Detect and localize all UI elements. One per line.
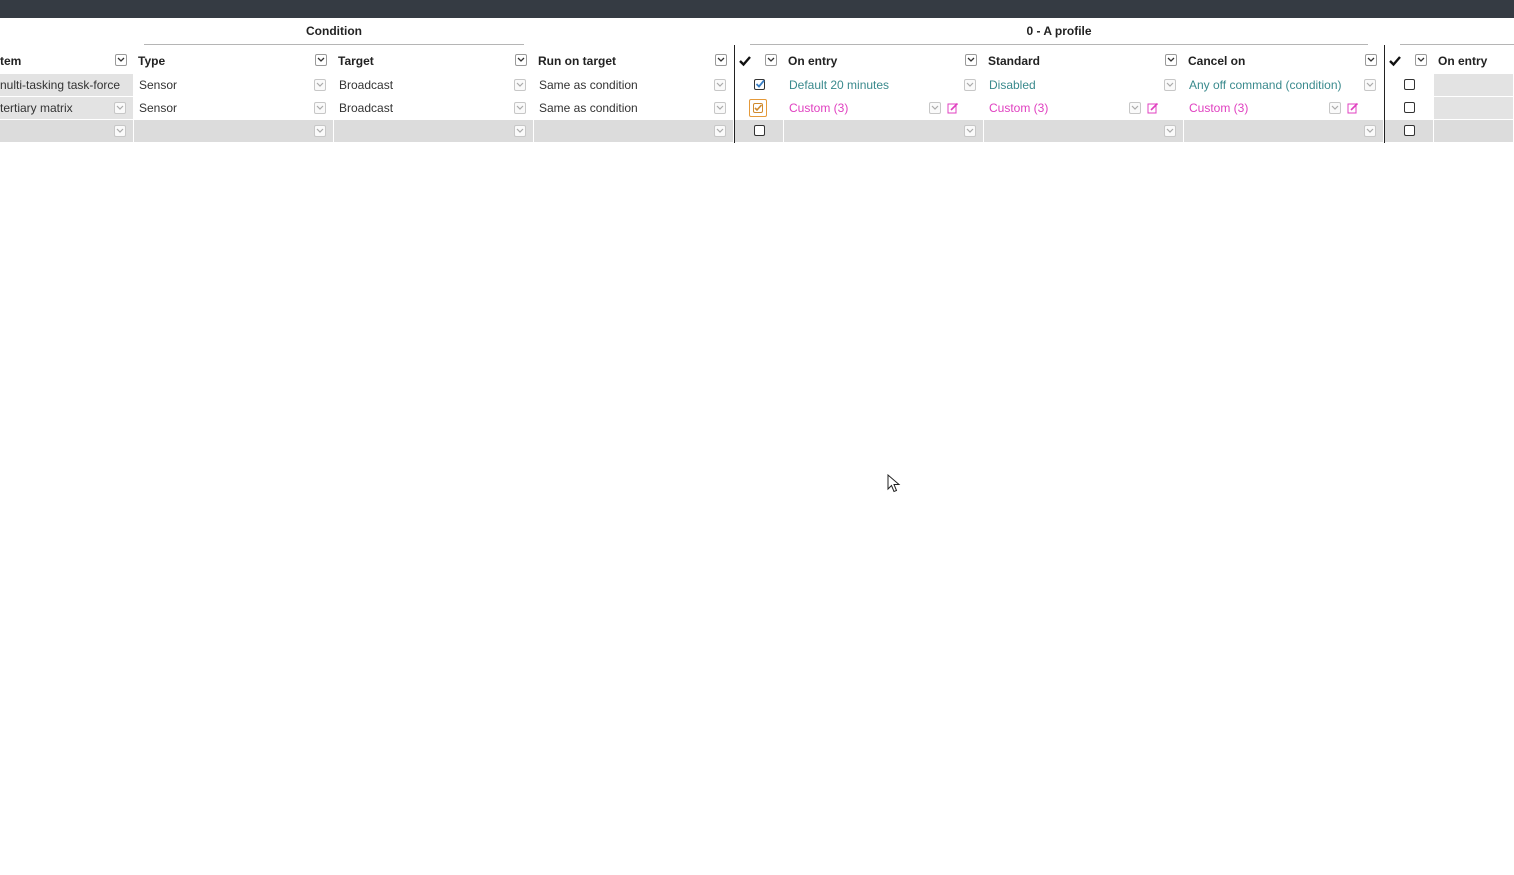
header-on-entry-2[interactable]: On entry (1438, 53, 1514, 69)
row-1-on-entry-2-cell[interactable] (1434, 74, 1514, 96)
row-2-enabled-cell (735, 97, 784, 119)
row-1-item: nulti-tasking task-force (0, 78, 121, 92)
row-1-enabled-checkbox[interactable] (754, 79, 765, 90)
row-1-enabled-2-cell (1385, 74, 1434, 96)
chevron-down-icon[interactable] (314, 79, 326, 91)
header-run-on-target[interactable]: Run on target (538, 53, 708, 69)
checkmark-icon[interactable] (738, 54, 752, 68)
row-2-item: tertiary matrix (0, 101, 73, 115)
header-item[interactable]: tem (0, 53, 110, 69)
new-row-enabled-checkbox[interactable] (754, 125, 765, 136)
edit-icon[interactable] (947, 102, 959, 114)
row-1-cancel-on-cell[interactable]: Any off command (condition) (1184, 74, 1384, 96)
row-1-on-entry: Default 20 minutes (789, 78, 890, 92)
row-1-enabled-cell (735, 74, 784, 96)
row-2-target-cell[interactable]: Broadcast (334, 97, 534, 119)
row-1-target-cell[interactable]: Broadcast (334, 74, 534, 96)
header-enabled-dropdown[interactable] (765, 54, 777, 66)
header-type-dropdown[interactable] (315, 54, 327, 66)
row-2-on-entry-cell[interactable]: Custom (3) (784, 97, 984, 119)
checkmark-icon[interactable] (1388, 54, 1402, 68)
row-2-target: Broadcast (339, 101, 394, 115)
row-1-enabled-2-checkbox[interactable] (1404, 79, 1415, 90)
edit-icon[interactable] (1347, 102, 1359, 114)
header-standard[interactable]: Standard (988, 53, 1158, 69)
cursor-icon (887, 474, 901, 493)
row-1-type-cell[interactable]: Sensor (134, 74, 334, 96)
row-1-target: Broadcast (339, 78, 394, 92)
row-1-type: Sensor (139, 78, 178, 92)
row-1-run-on-target: Same as condition (539, 78, 638, 92)
new-row-run-on-target-cell[interactable] (534, 120, 734, 142)
chevron-down-icon[interactable] (514, 102, 526, 114)
chevron-down-icon[interactable] (714, 102, 726, 114)
row-1-standard: Disabled (989, 78, 1036, 92)
header-type[interactable]: Type (138, 53, 308, 69)
row-1-item-cell[interactable]: nulti-tasking task-force (0, 74, 134, 96)
group-title-profile: 0 - A profile (1026, 24, 1092, 38)
chevron-down-icon[interactable] (714, 79, 726, 91)
chevron-down-icon[interactable] (514, 125, 526, 137)
chevron-down-icon[interactable] (929, 102, 941, 114)
chevron-down-icon[interactable] (314, 102, 326, 114)
header-cancel-on-dropdown[interactable] (1365, 54, 1377, 66)
row-2-on-entry: Custom (3) (789, 101, 849, 115)
new-row-enabled-cell (735, 120, 784, 142)
row-2-enabled-2-checkbox[interactable] (1404, 102, 1415, 113)
new-row-standard-cell[interactable] (984, 120, 1184, 142)
row-2-type: Sensor (139, 101, 178, 115)
row-2-standard-cell[interactable]: Custom (3) (984, 97, 1184, 119)
row-2-enabled-checkbox[interactable] (749, 99, 767, 117)
header-standard-dropdown[interactable] (1165, 54, 1177, 66)
row-2-item-cell[interactable]: tertiary matrix (0, 97, 134, 119)
row-2-cancel-on: Custom (3) (1189, 101, 1249, 115)
new-row-type-cell[interactable] (134, 120, 334, 142)
header-on-entry-dropdown[interactable] (965, 54, 977, 66)
header-enabled-2-dropdown[interactable] (1415, 54, 1427, 66)
new-row-enabled-2-cell (1385, 120, 1434, 142)
new-row-cancel-on-cell[interactable] (1184, 120, 1384, 142)
chevron-down-icon[interactable] (1164, 125, 1176, 137)
chevron-down-icon[interactable] (114, 125, 126, 137)
chevron-down-icon[interactable] (314, 125, 326, 137)
new-row-target-cell[interactable] (334, 120, 534, 142)
row-1-standard-cell[interactable]: Disabled (984, 74, 1184, 96)
chevron-down-icon[interactable] (964, 125, 976, 137)
header-item-dropdown[interactable] (115, 54, 127, 66)
chevron-down-icon[interactable] (964, 79, 976, 91)
chevron-down-icon[interactable] (1329, 102, 1341, 114)
new-row-on-entry-2-cell[interactable] (1434, 120, 1514, 142)
header-on-entry[interactable]: On entry (788, 53, 958, 69)
chevron-down-icon[interactable] (514, 79, 526, 91)
group-line-profile (750, 44, 1368, 45)
edit-icon[interactable] (1147, 102, 1159, 114)
header-target[interactable]: Target (338, 53, 508, 69)
new-row-on-entry-cell[interactable] (784, 120, 984, 142)
row-2-type-cell[interactable]: Sensor (134, 97, 334, 119)
row-2-enabled-2-cell (1385, 97, 1434, 119)
group-line-next (1400, 44, 1514, 45)
row-2-run-on-target: Same as condition (539, 101, 638, 115)
chevron-down-icon[interactable] (1364, 125, 1376, 137)
new-row-item-cell[interactable] (0, 120, 134, 142)
chevron-down-icon[interactable] (1164, 79, 1176, 91)
row-1-on-entry-cell[interactable]: Default 20 minutes (784, 74, 984, 96)
chevron-down-icon[interactable] (114, 102, 126, 114)
header-cancel-on[interactable]: Cancel on (1188, 53, 1358, 69)
row-2-cancel-on-cell[interactable]: Custom (3) (1184, 97, 1384, 119)
group-title-condition: Condition (306, 24, 362, 38)
new-row-enabled-2-checkbox[interactable] (1404, 125, 1415, 136)
top-bar (0, 0, 1514, 18)
row-1-cancel-on: Any off command (condition) (1189, 78, 1342, 92)
header-target-dropdown[interactable] (515, 54, 527, 66)
row-2-standard: Custom (3) (989, 101, 1049, 115)
group-line-condition (144, 44, 524, 45)
row-2-run-on-target-cell[interactable]: Same as condition (534, 97, 734, 119)
row-2-on-entry-2-cell[interactable] (1434, 97, 1514, 119)
header-run-on-target-dropdown[interactable] (715, 54, 727, 66)
row-1-run-on-target-cell[interactable]: Same as condition (534, 74, 734, 96)
chevron-down-icon[interactable] (1129, 102, 1141, 114)
chevron-down-icon[interactable] (1364, 79, 1376, 91)
chevron-down-icon[interactable] (714, 125, 726, 137)
